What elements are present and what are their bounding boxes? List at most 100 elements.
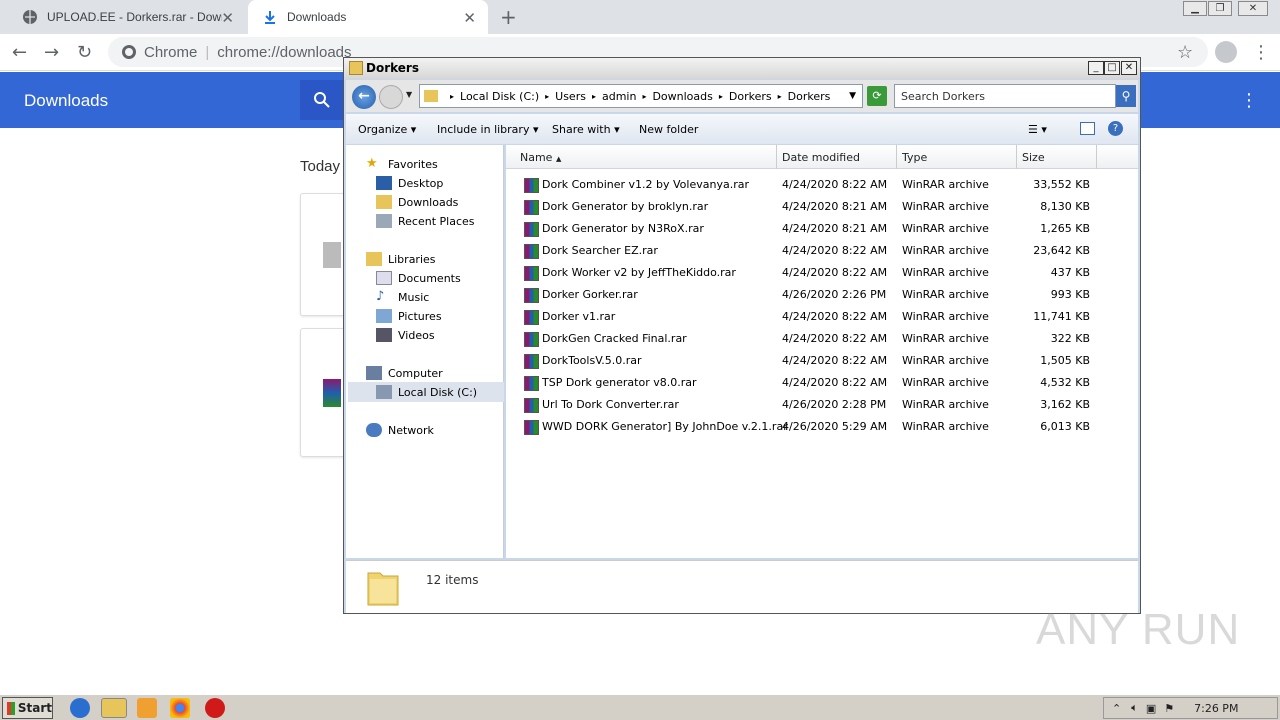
forward-arrow-icon[interactable]: → bbox=[44, 42, 59, 63]
nav-favorites[interactable]: ★ Favorites bbox=[366, 157, 438, 171]
nav-libraries[interactable]: Libraries bbox=[366, 252, 436, 266]
breadcrumb-item[interactable]: Dorkers bbox=[729, 90, 772, 103]
tray-expand-icon[interactable]: ⌃ bbox=[1112, 702, 1121, 715]
nav-pictures[interactable]: Pictures bbox=[376, 309, 442, 323]
file-date: 4/24/2020 8:22 AM bbox=[782, 244, 888, 257]
table-row[interactable]: Dorker Gorker.rar 4/26/2020 2:26 PM WinRAR… bbox=[506, 284, 1138, 306]
avatar[interactable] bbox=[1215, 41, 1237, 63]
organize-button[interactable]: Organize ▾ bbox=[358, 123, 416, 136]
close-tab-icon[interactable]: ✕ bbox=[463, 9, 476, 27]
menu-dots-icon[interactable]: ⋮ bbox=[1252, 42, 1270, 63]
table-row[interactable]: DorkGen Cracked Final.rar 4/24/2020 8:22 … bbox=[506, 328, 1138, 350]
internet-explorer-icon[interactable] bbox=[70, 698, 90, 718]
title-bar[interactable]: Dorkers _ □ ✕ bbox=[344, 58, 1140, 79]
flag-icon[interactable]: ⚑ bbox=[1164, 702, 1174, 715]
table-row[interactable]: Dork Combiner v1.2 by Volevanya.rar 4/24/… bbox=[506, 174, 1138, 196]
address-bar[interactable]: ▸ Local Disk (C:) ▸ Users ▸ admin ▸ Down… bbox=[419, 84, 863, 108]
minimize-button[interactable]: _ bbox=[1088, 61, 1104, 75]
column-divider[interactable] bbox=[896, 145, 897, 169]
view-options-icon[interactable]: ☰ ▾ bbox=[1028, 123, 1047, 136]
maximize-button[interactable]: □ bbox=[1104, 61, 1120, 75]
tab-downloads[interactable]: Downloads ✕ bbox=[248, 0, 488, 34]
breadcrumb-item[interactable]: Downloads bbox=[652, 90, 712, 103]
media-player-icon[interactable] bbox=[137, 698, 157, 718]
minimize-button[interactable]: ▁ bbox=[1183, 1, 1207, 16]
column-divider[interactable] bbox=[1016, 145, 1017, 169]
file-type: WinRAR archive bbox=[902, 332, 989, 345]
nav-computer[interactable]: Computer bbox=[366, 366, 443, 380]
forward-button[interactable] bbox=[379, 85, 403, 109]
nav-documents[interactable]: Documents bbox=[376, 271, 461, 285]
file-size: 8,130 KB bbox=[1040, 200, 1090, 213]
download-card[interactable] bbox=[300, 193, 346, 316]
tab-upload-ee[interactable]: UPLOAD.EE - Dorkers.rar - Downloa ✕ bbox=[8, 0, 246, 34]
volume-icon[interactable]: 🔈︎ bbox=[1131, 701, 1138, 715]
table-row[interactable]: Dork Searcher EZ.rar 4/24/2020 8:22 AM Win… bbox=[506, 240, 1138, 262]
table-row[interactable]: Url To Dork Converter.rar 4/26/2020 2:28 … bbox=[506, 394, 1138, 416]
close-tab-icon[interactable]: ✕ bbox=[221, 9, 234, 27]
nav-local-disk[interactable]: Local Disk (C:) bbox=[376, 385, 477, 399]
column-name[interactable]: Name ▲ bbox=[520, 151, 561, 164]
network-tray-icon[interactable]: ▣ bbox=[1146, 702, 1156, 715]
globe-icon bbox=[22, 9, 38, 25]
include-in-library-button[interactable]: Include in library ▾ bbox=[437, 123, 538, 136]
nav-desktop[interactable]: Desktop bbox=[376, 176, 443, 190]
file-type: WinRAR archive bbox=[902, 200, 989, 213]
star-icon[interactable]: ☆ bbox=[1177, 42, 1193, 63]
nav-downloads[interactable]: Downloads bbox=[376, 195, 458, 209]
nav-music[interactable]: ♪ Music bbox=[376, 290, 429, 304]
preview-pane-icon[interactable] bbox=[1080, 122, 1095, 135]
table-row[interactable]: DorkToolsV.5.0.rar 4/24/2020 8:22 AM WinRA… bbox=[506, 350, 1138, 372]
restore-button[interactable]: ❐ bbox=[1208, 1, 1232, 16]
help-icon[interactable]: ? bbox=[1108, 121, 1123, 136]
file-name: DorkGen Cracked Final.rar bbox=[542, 332, 687, 345]
new-folder-button[interactable]: New folder bbox=[639, 123, 698, 136]
breadcrumb-item[interactable]: Users bbox=[555, 90, 586, 103]
column-date[interactable]: Date modified bbox=[782, 151, 860, 164]
refresh-button[interactable]: ⟳ bbox=[867, 86, 887, 106]
start-button[interactable]: Start bbox=[2, 697, 53, 719]
file-size: 437 KB bbox=[1050, 266, 1090, 279]
chrome-logo-icon bbox=[122, 45, 136, 59]
nav-videos[interactable]: Videos bbox=[376, 328, 435, 342]
close-button[interactable]: ✕ bbox=[1121, 61, 1137, 75]
breadcrumb-item[interactable]: Local Disk (C:) bbox=[460, 90, 539, 103]
table-row[interactable]: Dork Generator by broklyn.rar 4/24/2020 8… bbox=[506, 196, 1138, 218]
search-icon[interactable]: ⚲ bbox=[1116, 85, 1136, 107]
breadcrumb-item[interactable]: Dorkers bbox=[788, 90, 831, 103]
recent-pages-dropdown[interactable]: ▼ bbox=[406, 90, 412, 99]
share-with-button[interactable]: Share with ▾ bbox=[552, 123, 620, 136]
file-name: Dork Generator by broklyn.rar bbox=[542, 200, 709, 213]
new-tab-button[interactable]: + bbox=[500, 5, 517, 29]
explorer-icon[interactable] bbox=[101, 698, 127, 718]
file-name: Dork Searcher EZ.rar bbox=[542, 244, 658, 257]
table-row[interactable]: Dorker v1.rar 4/24/2020 8:22 AM WinRAR arc… bbox=[506, 306, 1138, 328]
search-input[interactable]: Search Dorkers bbox=[894, 84, 1116, 108]
download-icon bbox=[262, 9, 278, 25]
table-row[interactable]: TSP Dork generator v8.0.rar 4/24/2020 8:2… bbox=[506, 372, 1138, 394]
clock[interactable]: 7:26 PM bbox=[1194, 702, 1238, 715]
more-options-icon[interactable]: ⋮ bbox=[1240, 90, 1258, 111]
chrome-icon[interactable] bbox=[170, 698, 190, 718]
winrar-icon bbox=[323, 379, 341, 407]
close-button[interactable]: ✕ bbox=[1238, 1, 1268, 16]
breadcrumb-item[interactable]: admin bbox=[602, 90, 636, 103]
alert-app-icon[interactable] bbox=[205, 698, 225, 718]
nav-recent-places[interactable]: Recent Places bbox=[376, 214, 475, 228]
column-divider[interactable] bbox=[776, 145, 777, 169]
column-type[interactable]: Type bbox=[902, 151, 927, 164]
table-row[interactable]: WWD DORK Generator] By JohnDoe v.2.1.rar… bbox=[506, 416, 1138, 438]
nav-network[interactable]: Network bbox=[366, 423, 434, 437]
documents-icon bbox=[376, 271, 392, 285]
column-size[interactable]: Size bbox=[1022, 151, 1045, 164]
file-size: 33,552 KB bbox=[1033, 178, 1090, 191]
table-row[interactable]: Dork Worker v2 by JeffTheKiddo.rar 4/24/2… bbox=[506, 262, 1138, 284]
address-dropdown-icon[interactable]: ▼ bbox=[849, 91, 856, 101]
back-button[interactable]: ← bbox=[352, 85, 376, 109]
table-row[interactable]: Dork Generator by N3RoX.rar 4/24/2020 8:2… bbox=[506, 218, 1138, 240]
back-arrow-icon[interactable]: ← bbox=[12, 42, 27, 63]
download-card[interactable] bbox=[300, 328, 346, 457]
column-divider[interactable] bbox=[1096, 145, 1097, 169]
search-downloads-button[interactable] bbox=[300, 80, 344, 120]
reload-icon[interactable]: ↻ bbox=[77, 42, 92, 63]
